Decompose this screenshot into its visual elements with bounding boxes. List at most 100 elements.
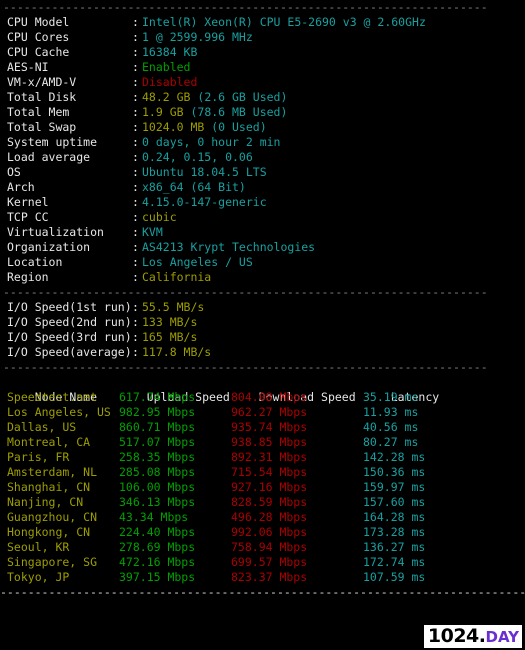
info-value: Disabled bbox=[142, 75, 198, 89]
table-row: Hongkong, CN 224.40 Mbps 992.06 Mbps 173.28… bbox=[0, 525, 525, 540]
speedtest-cell-node: Guangzhou, CN bbox=[7, 510, 98, 524]
speedtest-cell-download: 892.31 Mbps bbox=[231, 450, 308, 464]
table-row: Speedtest.net 617.74 Mbps 804.08 Mbps 35.19… bbox=[0, 390, 525, 405]
info-colon: : bbox=[132, 120, 139, 134]
speedtest-cell-download: 804.08 Mbps bbox=[231, 390, 308, 404]
io-label: I/O Speed(average) bbox=[7, 345, 132, 359]
separator-bottom: ----------------------------------------… bbox=[0, 585, 525, 599]
watermark-logo: 1024.DAY bbox=[423, 625, 522, 648]
speedtest-cell-latency: 159.97 ms bbox=[363, 480, 426, 494]
info-value: 48.2 GB bbox=[142, 90, 191, 104]
speedtest-cell-latency: 136.27 ms bbox=[363, 540, 426, 554]
info-label: CPU Model bbox=[7, 15, 70, 29]
io-label: I/O Speed(3rd run) bbox=[7, 330, 132, 344]
info-colon: : bbox=[132, 270, 139, 284]
info-row: System uptime:0 days, 0 hour 2 min bbox=[0, 135, 525, 150]
speedtest-cell-latency: 150.36 ms bbox=[363, 465, 426, 479]
info-value: 0 days, 0 hour 2 min bbox=[142, 135, 281, 149]
info-value: AS4213 Krypt Technologies bbox=[142, 240, 316, 254]
io-label: I/O Speed(2nd run) bbox=[7, 315, 132, 329]
separator-top: ----------------------------------------… bbox=[3, 0, 488, 14]
info-row: Region: California bbox=[0, 270, 525, 285]
info-row: CPU Cache:16384 KB bbox=[0, 45, 525, 60]
terminal-window: ----------------------------------------… bbox=[0, 0, 525, 650]
info-row: Organization: AS4213 Krypt Technologies bbox=[0, 240, 525, 255]
speedtest-cell-latency: 157.60 ms bbox=[363, 495, 426, 509]
speedtest-cell-node: Dallas, US bbox=[7, 420, 77, 434]
info-row: Virtualization: KVM bbox=[0, 225, 525, 240]
info-colon: : bbox=[132, 135, 139, 149]
speedtest-cell-node: Tokyo, JP bbox=[7, 570, 70, 584]
info-value: cubic bbox=[142, 210, 177, 224]
info-row: CPU Model: Intel(R) Xeon(R) CPU E5-2690 v… bbox=[0, 15, 525, 30]
info-value-suffix: (78.6 MB Used) bbox=[183, 105, 288, 119]
speedtest-cell-node: Paris, FR bbox=[7, 450, 70, 464]
info-value: 0.24, 0.15, 0.06 bbox=[142, 150, 253, 164]
info-row: Location: Los Angeles / US bbox=[0, 255, 525, 270]
info-label: Location bbox=[7, 255, 63, 269]
watermark-suffix: DAY bbox=[485, 628, 520, 646]
speedtest-cell-download: 828.59 Mbps bbox=[231, 495, 308, 509]
io-speed-block: I/O Speed(1st run): 55.5 MB/s I/O Speed(2n… bbox=[0, 300, 525, 360]
speedtest-cell-node: Nanjing, CN bbox=[7, 495, 84, 509]
info-value: Intel(R) Xeon(R) CPU E5-2690 v3 @ 2.60GH… bbox=[142, 15, 426, 29]
table-row: Seoul, KR 278.69 Mbps 758.94 Mbps 136.27 ms bbox=[0, 540, 525, 555]
info-value: Enabled bbox=[142, 60, 191, 74]
info-colon: : bbox=[132, 30, 139, 44]
io-row: I/O Speed(2nd run): 133 MB/s bbox=[0, 315, 525, 330]
io-value: 117.8 MB/s bbox=[142, 345, 212, 359]
table-row: Singapore, SG 472.16 Mbps 699.57 Mbps 172.7… bbox=[0, 555, 525, 570]
speedtest-cell-latency: 107.59 ms bbox=[363, 570, 426, 584]
info-colon: : bbox=[132, 210, 139, 224]
info-row: TCP CC: cubic bbox=[0, 210, 525, 225]
speedtest-cell-download: 715.54 Mbps bbox=[231, 465, 308, 479]
info-value: 4.15.0-147-generic bbox=[142, 195, 267, 209]
table-row: Montreal, CA 517.07 Mbps 938.85 Mbps 80.27 … bbox=[0, 435, 525, 450]
info-colon: : bbox=[132, 15, 139, 29]
speedtest-cell-download: 496.28 Mbps bbox=[231, 510, 308, 524]
info-label: VM-x/AMD-V bbox=[7, 75, 77, 89]
speedtest-cell-upload: 224.40 Mbps bbox=[119, 525, 196, 539]
info-value: California bbox=[142, 270, 212, 284]
info-label: Virtualization bbox=[7, 225, 104, 239]
separator-after-sysinfo: ----------------------------------------… bbox=[3, 285, 488, 299]
speedtest-cell-node: Hongkong, CN bbox=[7, 525, 91, 539]
speedtest-cell-upload: 258.35 Mbps bbox=[119, 450, 196, 464]
speedtest-cell-latency: 172.74 ms bbox=[363, 555, 426, 569]
info-colon: : bbox=[132, 240, 139, 254]
speedtest-cell-node: Shanghai, CN bbox=[7, 480, 91, 494]
info-value: Los Angeles / US bbox=[142, 255, 253, 269]
info-value: x86_64 (64 Bit) bbox=[142, 180, 246, 194]
info-colon: : bbox=[132, 150, 139, 164]
info-colon: : bbox=[132, 105, 139, 119]
info-value: 16384 KB bbox=[142, 45, 198, 59]
info-value: 1.9 GB bbox=[142, 105, 184, 119]
speedtest-cell-node: Amsterdam, NL bbox=[7, 465, 98, 479]
io-colon: : bbox=[132, 315, 139, 329]
speedtest-cell-download: 699.57 Mbps bbox=[231, 555, 308, 569]
info-colon: : bbox=[132, 165, 139, 179]
info-label: Kernel bbox=[7, 195, 49, 209]
info-row: Arch: x86_64 (64 Bit) bbox=[0, 180, 525, 195]
info-colon: : bbox=[132, 195, 139, 209]
info-value-suffix: (2.6 GB Used) bbox=[190, 90, 288, 104]
io-colon: : bbox=[132, 345, 139, 359]
info-colon: : bbox=[132, 255, 139, 269]
io-value: 133 MB/s bbox=[142, 315, 198, 329]
table-row: Nanjing, CN 346.13 Mbps 828.59 Mbps 157.60 … bbox=[0, 495, 525, 510]
info-label: System uptime bbox=[7, 135, 98, 149]
info-row: Load average:0.24, 0.15, 0.06 bbox=[0, 150, 525, 165]
table-row: Shanghai, CN 106.00 Mbps 927.16 Mbps 159.97… bbox=[0, 480, 525, 495]
speedtest-cell-latency: 40.56 ms bbox=[363, 420, 419, 434]
table-row: Amsterdam, NL 285.08 Mbps 715.54 Mbps 150.3… bbox=[0, 465, 525, 480]
speedtest-table-body: Speedtest.net 617.74 Mbps 804.08 Mbps 35.19… bbox=[0, 390, 525, 585]
speedtest-cell-upload: 617.74 Mbps bbox=[119, 390, 196, 404]
speedtest-cell-download: 823.37 Mbps bbox=[231, 570, 308, 584]
speedtest-cell-download: 992.06 Mbps bbox=[231, 525, 308, 539]
speedtest-cell-node: Singapore, SG bbox=[7, 555, 98, 569]
speedtest-cell-node: Montreal, CA bbox=[7, 435, 91, 449]
info-label: Region bbox=[7, 270, 49, 284]
speedtest-cell-latency: 164.28 ms bbox=[363, 510, 426, 524]
system-info-block: CPU Model: Intel(R) Xeon(R) CPU E5-2690 v… bbox=[0, 15, 525, 285]
speedtest-cell-upload: 43.34 Mbps bbox=[119, 510, 189, 524]
